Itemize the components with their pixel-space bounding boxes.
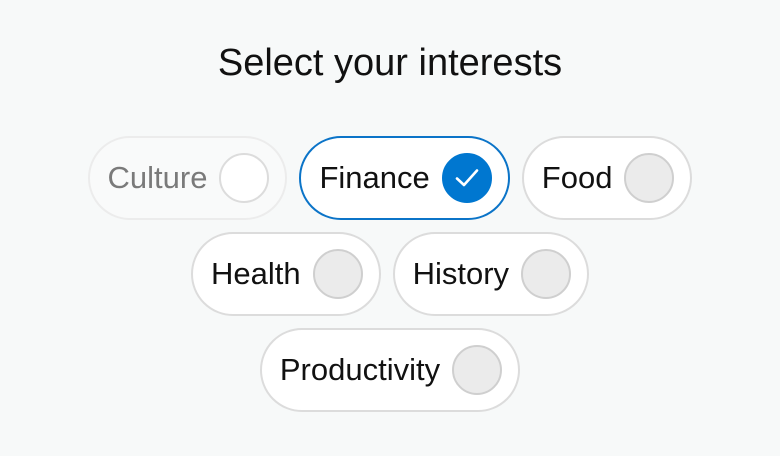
radio-circle-icon	[312, 249, 363, 299]
chip-food[interactable]: Food	[521, 136, 693, 220]
chip-history[interactable]: History	[392, 232, 590, 316]
chip-row: Productivity	[0, 328, 780, 412]
radio-circle-icon	[624, 153, 675, 203]
chip-row: Culture Finance Food	[0, 136, 780, 220]
chip-row: Health History	[0, 232, 780, 316]
interests-page: Select your interests Culture Finance Fo…	[0, 0, 780, 456]
chip-label: Food	[541, 160, 613, 195]
chip-label: Finance	[319, 160, 430, 195]
chip-label: History	[412, 256, 510, 291]
page-title: Select your interests	[217, 42, 563, 84]
chip-label: Health	[210, 256, 301, 291]
radio-circle-icon	[452, 345, 503, 395]
radio-circle-icon	[219, 153, 270, 203]
check-icon	[441, 153, 492, 203]
chip-productivity[interactable]: Productivity	[259, 328, 521, 412]
chip-label: Culture	[107, 160, 208, 195]
chip-finance[interactable]: Finance	[299, 136, 510, 220]
radio-circle-icon	[521, 249, 572, 299]
chip-label: Productivity	[279, 352, 441, 387]
chip-health[interactable]: Health	[190, 232, 381, 316]
chip-culture[interactable]: Culture	[87, 136, 288, 220]
interest-chip-group: Culture Finance Food Health History Prod…	[0, 136, 780, 424]
